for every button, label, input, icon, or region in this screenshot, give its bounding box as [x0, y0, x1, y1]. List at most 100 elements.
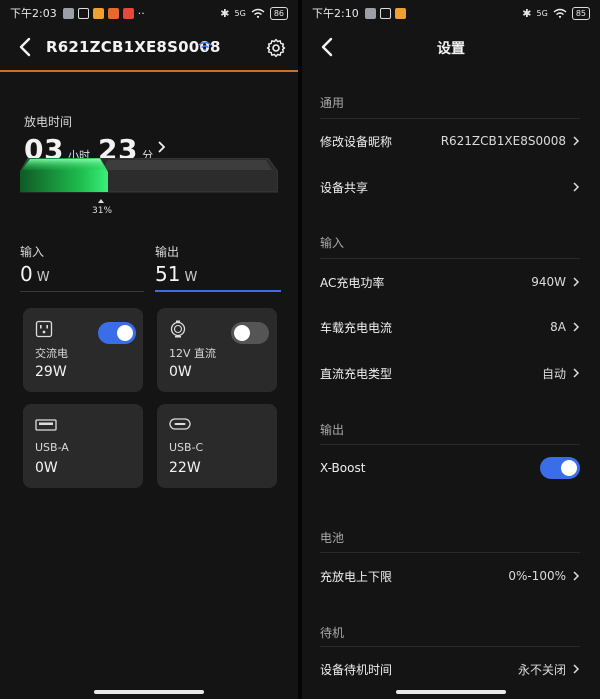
ac-charge-power-row[interactable]: AC充电功率 940W	[320, 270, 580, 294]
discharge-time-label: 放电时间	[24, 115, 73, 129]
device-name-title: R621ZCB1XE8S0008	[46, 38, 221, 56]
standby-time-value: 永不关闭	[517, 662, 566, 677]
battery-percent: 31%	[92, 206, 113, 216]
bluetooth-icon: ✱	[522, 6, 532, 20]
status-bar: 下午2:10 ✱ 5G 85	[302, 0, 600, 26]
dc-charge-type-label: 直流充电类型	[320, 366, 393, 381]
chevron-right-icon	[573, 322, 580, 332]
car-charge-current-label: 车载充电电流	[320, 320, 393, 335]
header-accent-line	[0, 70, 298, 72]
device-header: R621ZCB1XE8S0008	[0, 30, 298, 66]
output-tab[interactable]: 51 W	[155, 262, 197, 286]
dc-output-card[interactable]: 12V 直流 0W	[157, 308, 277, 392]
wifi-icon	[553, 8, 567, 18]
usb-a-output-card[interactable]: USB-A 0W	[23, 404, 143, 488]
section-battery: 电池	[320, 531, 345, 545]
chevron-right-icon	[573, 368, 580, 378]
notification-icons: ··	[62, 6, 145, 20]
x-boost-label: X-Boost	[320, 461, 366, 475]
ac-output-card[interactable]: 交流电 29W	[23, 308, 143, 392]
section-output: 输出	[320, 423, 345, 437]
car-charge-current-row[interactable]: 车载充电电流 8A	[320, 315, 580, 339]
charge-limit-row[interactable]: 充放电上下限 0%-100%	[320, 564, 580, 588]
back-arrow-icon[interactable]	[16, 36, 36, 58]
mute-icon	[364, 7, 376, 19]
battery-fill-top	[22, 159, 106, 170]
separator	[320, 444, 580, 445]
dc-output-toggle[interactable]	[231, 322, 269, 344]
ac-outlet-icon	[35, 320, 53, 338]
status-time: 下午2:10	[312, 7, 359, 20]
settings-title: 设置	[437, 41, 465, 57]
rename-device-row[interactable]: 修改设备昵称 R621ZCB1XE8S0008	[320, 129, 580, 153]
settings-screen: 下午2:10 ✱ 5G 85 设置 通用 修改设备昵称 R621ZCB1XE8S…	[302, 0, 600, 699]
x-boost-toggle[interactable]	[540, 457, 580, 479]
notification-icons	[364, 7, 406, 19]
input-unit: W	[36, 270, 50, 285]
chevron-right-icon	[573, 664, 580, 674]
app-notification-icon	[107, 7, 119, 19]
battery-indicator: 86	[269, 6, 288, 20]
input-value: 0	[20, 262, 33, 286]
output-value: 51	[155, 262, 181, 286]
ac-charge-power-label: AC充电功率	[320, 275, 385, 290]
app-notification-icon	[77, 7, 89, 19]
chevron-right-icon[interactable]	[157, 141, 165, 153]
more-notifications-icon: ··	[137, 6, 145, 20]
standby-time-row[interactable]: 设备待机时间 永不关闭	[320, 657, 580, 681]
toggle-knob	[561, 460, 577, 476]
app-notification-icon	[122, 7, 134, 19]
settings-gear-icon[interactable]	[266, 38, 286, 58]
battery-level-graphic	[20, 158, 278, 193]
charge-limit-label: 充放电上下限	[320, 569, 393, 584]
ac-charge-power-value: 940W	[531, 275, 566, 289]
rename-device-label: 修改设备昵称	[320, 134, 393, 149]
chevron-right-icon	[573, 136, 580, 146]
battery-marker	[98, 199, 104, 203]
chevron-right-icon	[573, 277, 580, 287]
output-label: 输出	[155, 245, 180, 259]
home-indicator[interactable]	[94, 690, 204, 694]
separator	[320, 552, 580, 553]
device-share-label: 设备共享	[320, 180, 369, 195]
input-label: 输入	[20, 245, 45, 259]
ac-output-toggle[interactable]	[98, 322, 136, 344]
mute-icon	[62, 7, 74, 19]
home-indicator[interactable]	[396, 690, 506, 694]
input-tab[interactable]: 0W	[20, 262, 50, 286]
standby-time-label: 设备待机时间	[320, 662, 393, 677]
toggle-knob	[117, 325, 133, 341]
section-input: 输入	[320, 236, 345, 250]
dc-output-name: 12V 直流	[169, 347, 217, 360]
input-underline	[20, 291, 144, 292]
app-notification-icon	[379, 7, 391, 19]
usb-c-output-name: USB-C	[169, 441, 204, 454]
battery-indicator: 85	[571, 6, 590, 20]
separator	[320, 258, 580, 259]
signal-icon: 5G	[234, 8, 246, 18]
ac-output-name: 交流电	[35, 347, 68, 360]
chevron-right-icon	[573, 571, 580, 581]
wifi-icon	[251, 8, 265, 18]
separator	[320, 118, 580, 119]
dc-charge-type-row[interactable]: 直流充电类型 自动	[320, 361, 580, 385]
separator	[320, 646, 580, 647]
toggle-knob	[234, 325, 250, 341]
device-wifi-icon	[198, 41, 212, 51]
app-notification-icon	[92, 7, 104, 19]
device-share-row[interactable]: 设备共享	[320, 175, 580, 199]
usb-a-output-name: USB-A	[35, 441, 69, 454]
app-notification-icon	[394, 7, 406, 19]
charge-limit-value: 0%-100%	[508, 569, 566, 583]
bluetooth-icon: ✱	[220, 6, 230, 20]
usb-c-output-value: 22W	[169, 460, 201, 476]
signal-icon: 5G	[536, 8, 548, 18]
chevron-right-icon	[573, 182, 580, 192]
output-underline-active	[155, 290, 281, 292]
usb-a-port-icon	[35, 419, 57, 431]
usb-c-port-icon	[169, 418, 191, 430]
section-standby: 待机	[320, 626, 345, 640]
section-general: 通用	[320, 96, 345, 110]
usb-c-output-card[interactable]: USB-C 22W	[157, 404, 277, 488]
car-charge-current-value: 8A	[550, 320, 566, 334]
